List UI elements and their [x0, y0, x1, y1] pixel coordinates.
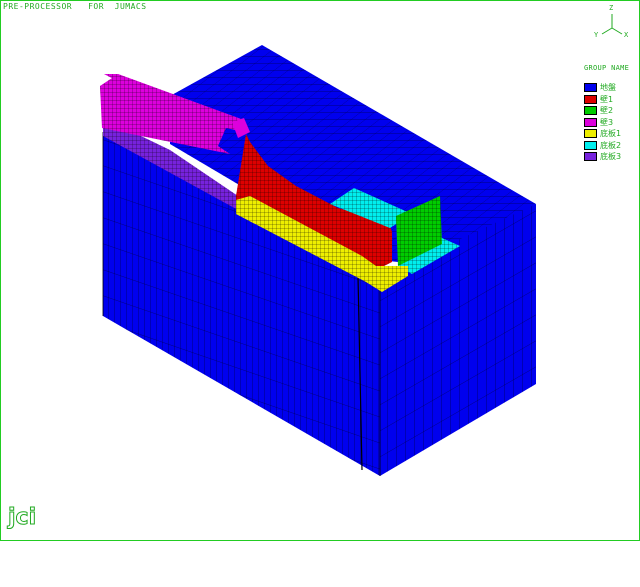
- svg-text:jci: jci: [7, 505, 36, 530]
- legend-label: 底板2: [600, 140, 622, 150]
- legend-swatch: [584, 83, 597, 93]
- legend-item: 壁2: [584, 105, 634, 117]
- legend-label: 壁1: [600, 94, 614, 104]
- axis-z-label: Z: [609, 4, 614, 12]
- axis-y-label: Y: [594, 31, 599, 39]
- mesh-viewport[interactable]: [0, 0, 640, 540]
- xyz-axis-icon: Z Y X: [592, 4, 632, 44]
- legend-swatch: [584, 152, 597, 162]
- legend-swatch: [584, 140, 597, 150]
- legend-item: 壁1: [584, 94, 634, 106]
- jci-logo-icon: jci: [6, 500, 42, 531]
- legend-item: 底板2: [584, 140, 634, 152]
- legend-label: 壁3: [600, 117, 614, 127]
- legend-label: 壁2: [600, 106, 614, 116]
- group-legend: GROUP NAME 地盤 壁1 壁2 壁3 底板1 底板2 底板3: [584, 64, 634, 163]
- legend-label: 地盤: [600, 83, 616, 93]
- legend-swatch: [584, 129, 597, 139]
- legend-swatch: [584, 117, 597, 127]
- axis-x-label: X: [624, 31, 629, 39]
- legend-title: GROUP NAME: [584, 64, 630, 72]
- legend-item: 底板1: [584, 128, 634, 140]
- legend-label: 底板3: [600, 152, 622, 162]
- legend-swatch: [584, 94, 597, 104]
- legend-label: 底板1: [600, 129, 622, 139]
- legend-item: 地盤: [584, 82, 634, 94]
- legend-item: 底板3: [584, 151, 634, 163]
- legend-item: 壁3: [584, 117, 634, 129]
- legend-swatch: [584, 106, 597, 116]
- legend-list: 地盤 壁1 壁2 壁3 底板1 底板2 底板3: [584, 82, 634, 163]
